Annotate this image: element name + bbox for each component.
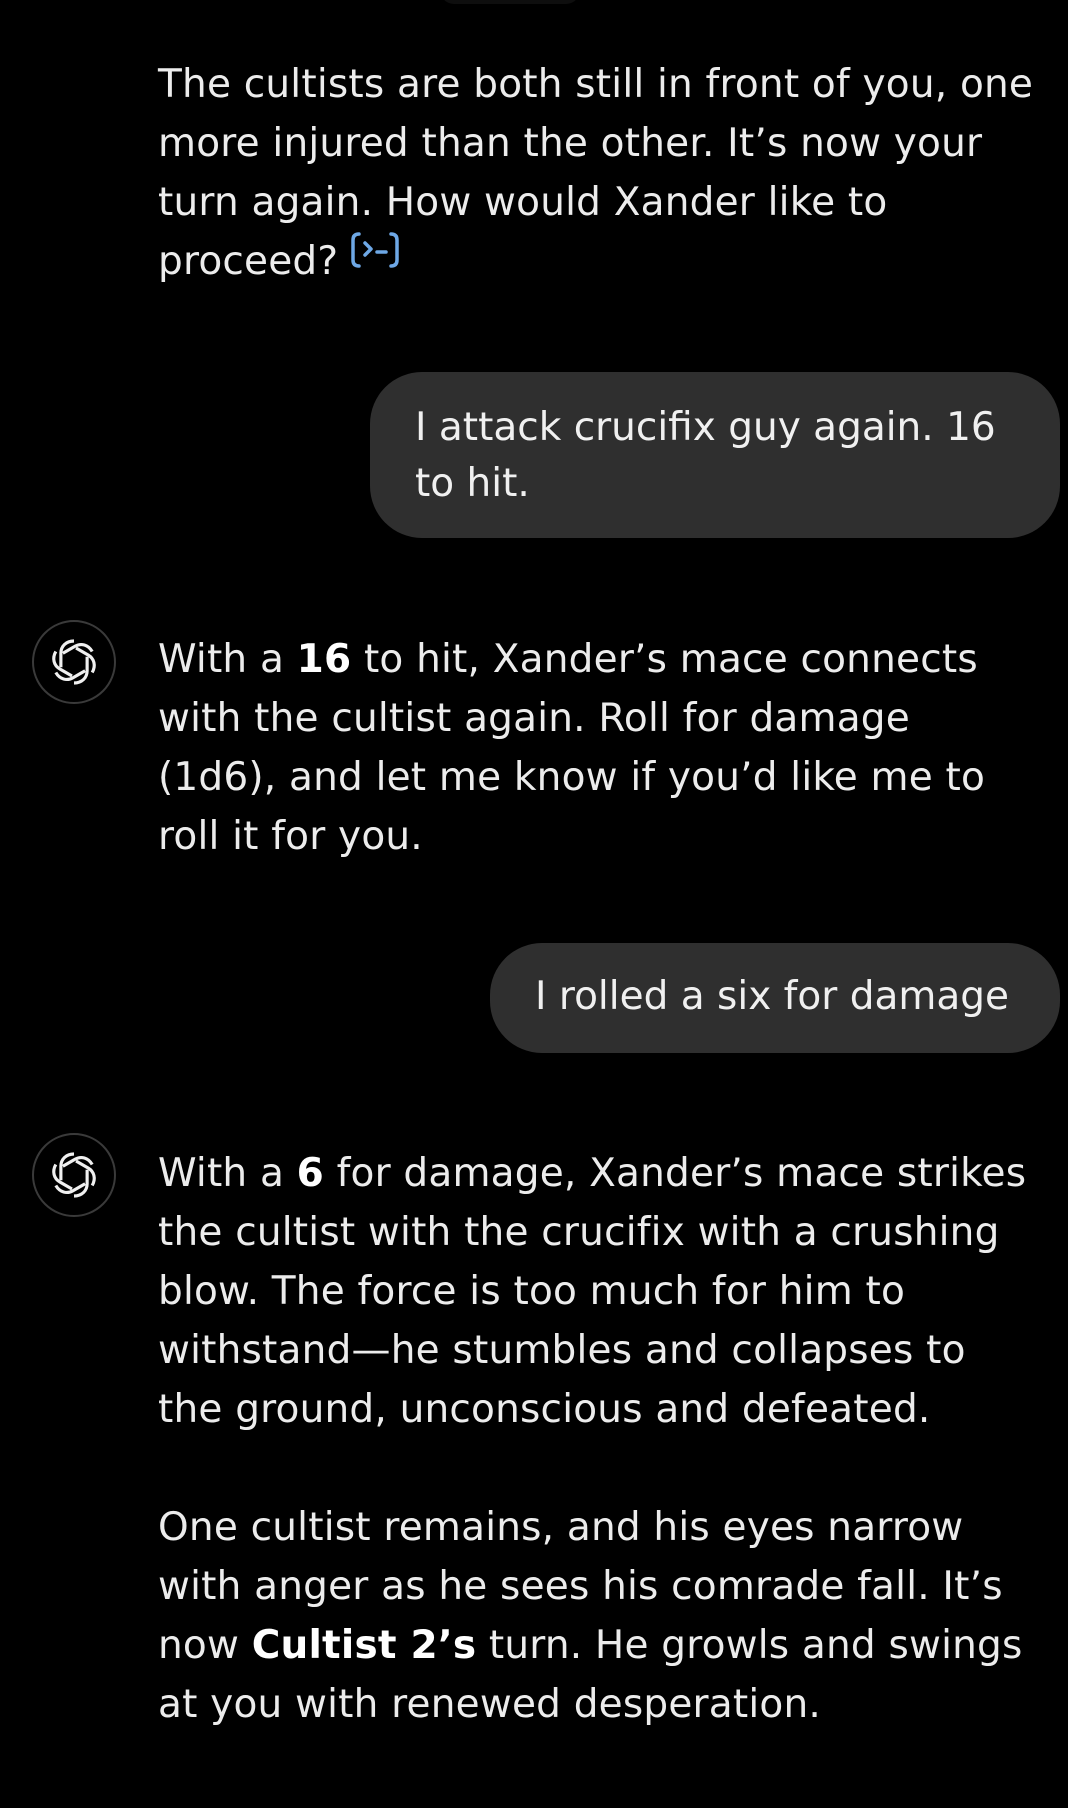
openai-logo-icon xyxy=(52,1152,96,1198)
user-message-text: I attack crucifix guy again. 16 to hit. xyxy=(415,405,996,506)
code-interpreter-icon[interactable] xyxy=(350,228,400,287)
user-message-bubble: I attack crucifix guy again. 16 to hit. xyxy=(370,372,1060,538)
assistant-text-run: With a xyxy=(158,1151,297,1196)
assistant-avatar xyxy=(32,620,116,704)
assistant-bold-text: 16 xyxy=(296,637,352,682)
assistant-bold-text: 6 xyxy=(296,1151,324,1196)
assistant-message-paragraph: One cultist remains, and his eyes narrow… xyxy=(158,1498,1038,1734)
assistant-text-run: With a xyxy=(158,637,297,682)
assistant-message: With a 16 to hit, Xander’s mace connects… xyxy=(158,630,1038,866)
assistant-message: With a 6 for damage, Xander’s mace strik… xyxy=(158,1144,1038,1734)
assistant-message-paragraph: With a 6 for damage, Xander’s mace strik… xyxy=(158,1144,1038,1439)
assistant-message-text: The cultists are both still in front of … xyxy=(158,62,1034,284)
assistant-message-paragraph: With a 16 to hit, Xander’s mace connects… xyxy=(158,630,1038,866)
assistant-message: The cultists are both still in front of … xyxy=(158,55,1038,291)
assistant-message-paragraph: The cultists are both still in front of … xyxy=(158,55,1038,291)
assistant-bold-text: Cultist 2’s xyxy=(251,1623,477,1668)
assistant-avatar xyxy=(32,1133,116,1217)
user-message-bubble: I rolled a six for damage xyxy=(490,943,1060,1053)
openai-logo-icon xyxy=(52,639,96,685)
user-message-text: I rolled a six for damage xyxy=(535,974,1009,1019)
top-scroll-indicator xyxy=(440,0,580,4)
